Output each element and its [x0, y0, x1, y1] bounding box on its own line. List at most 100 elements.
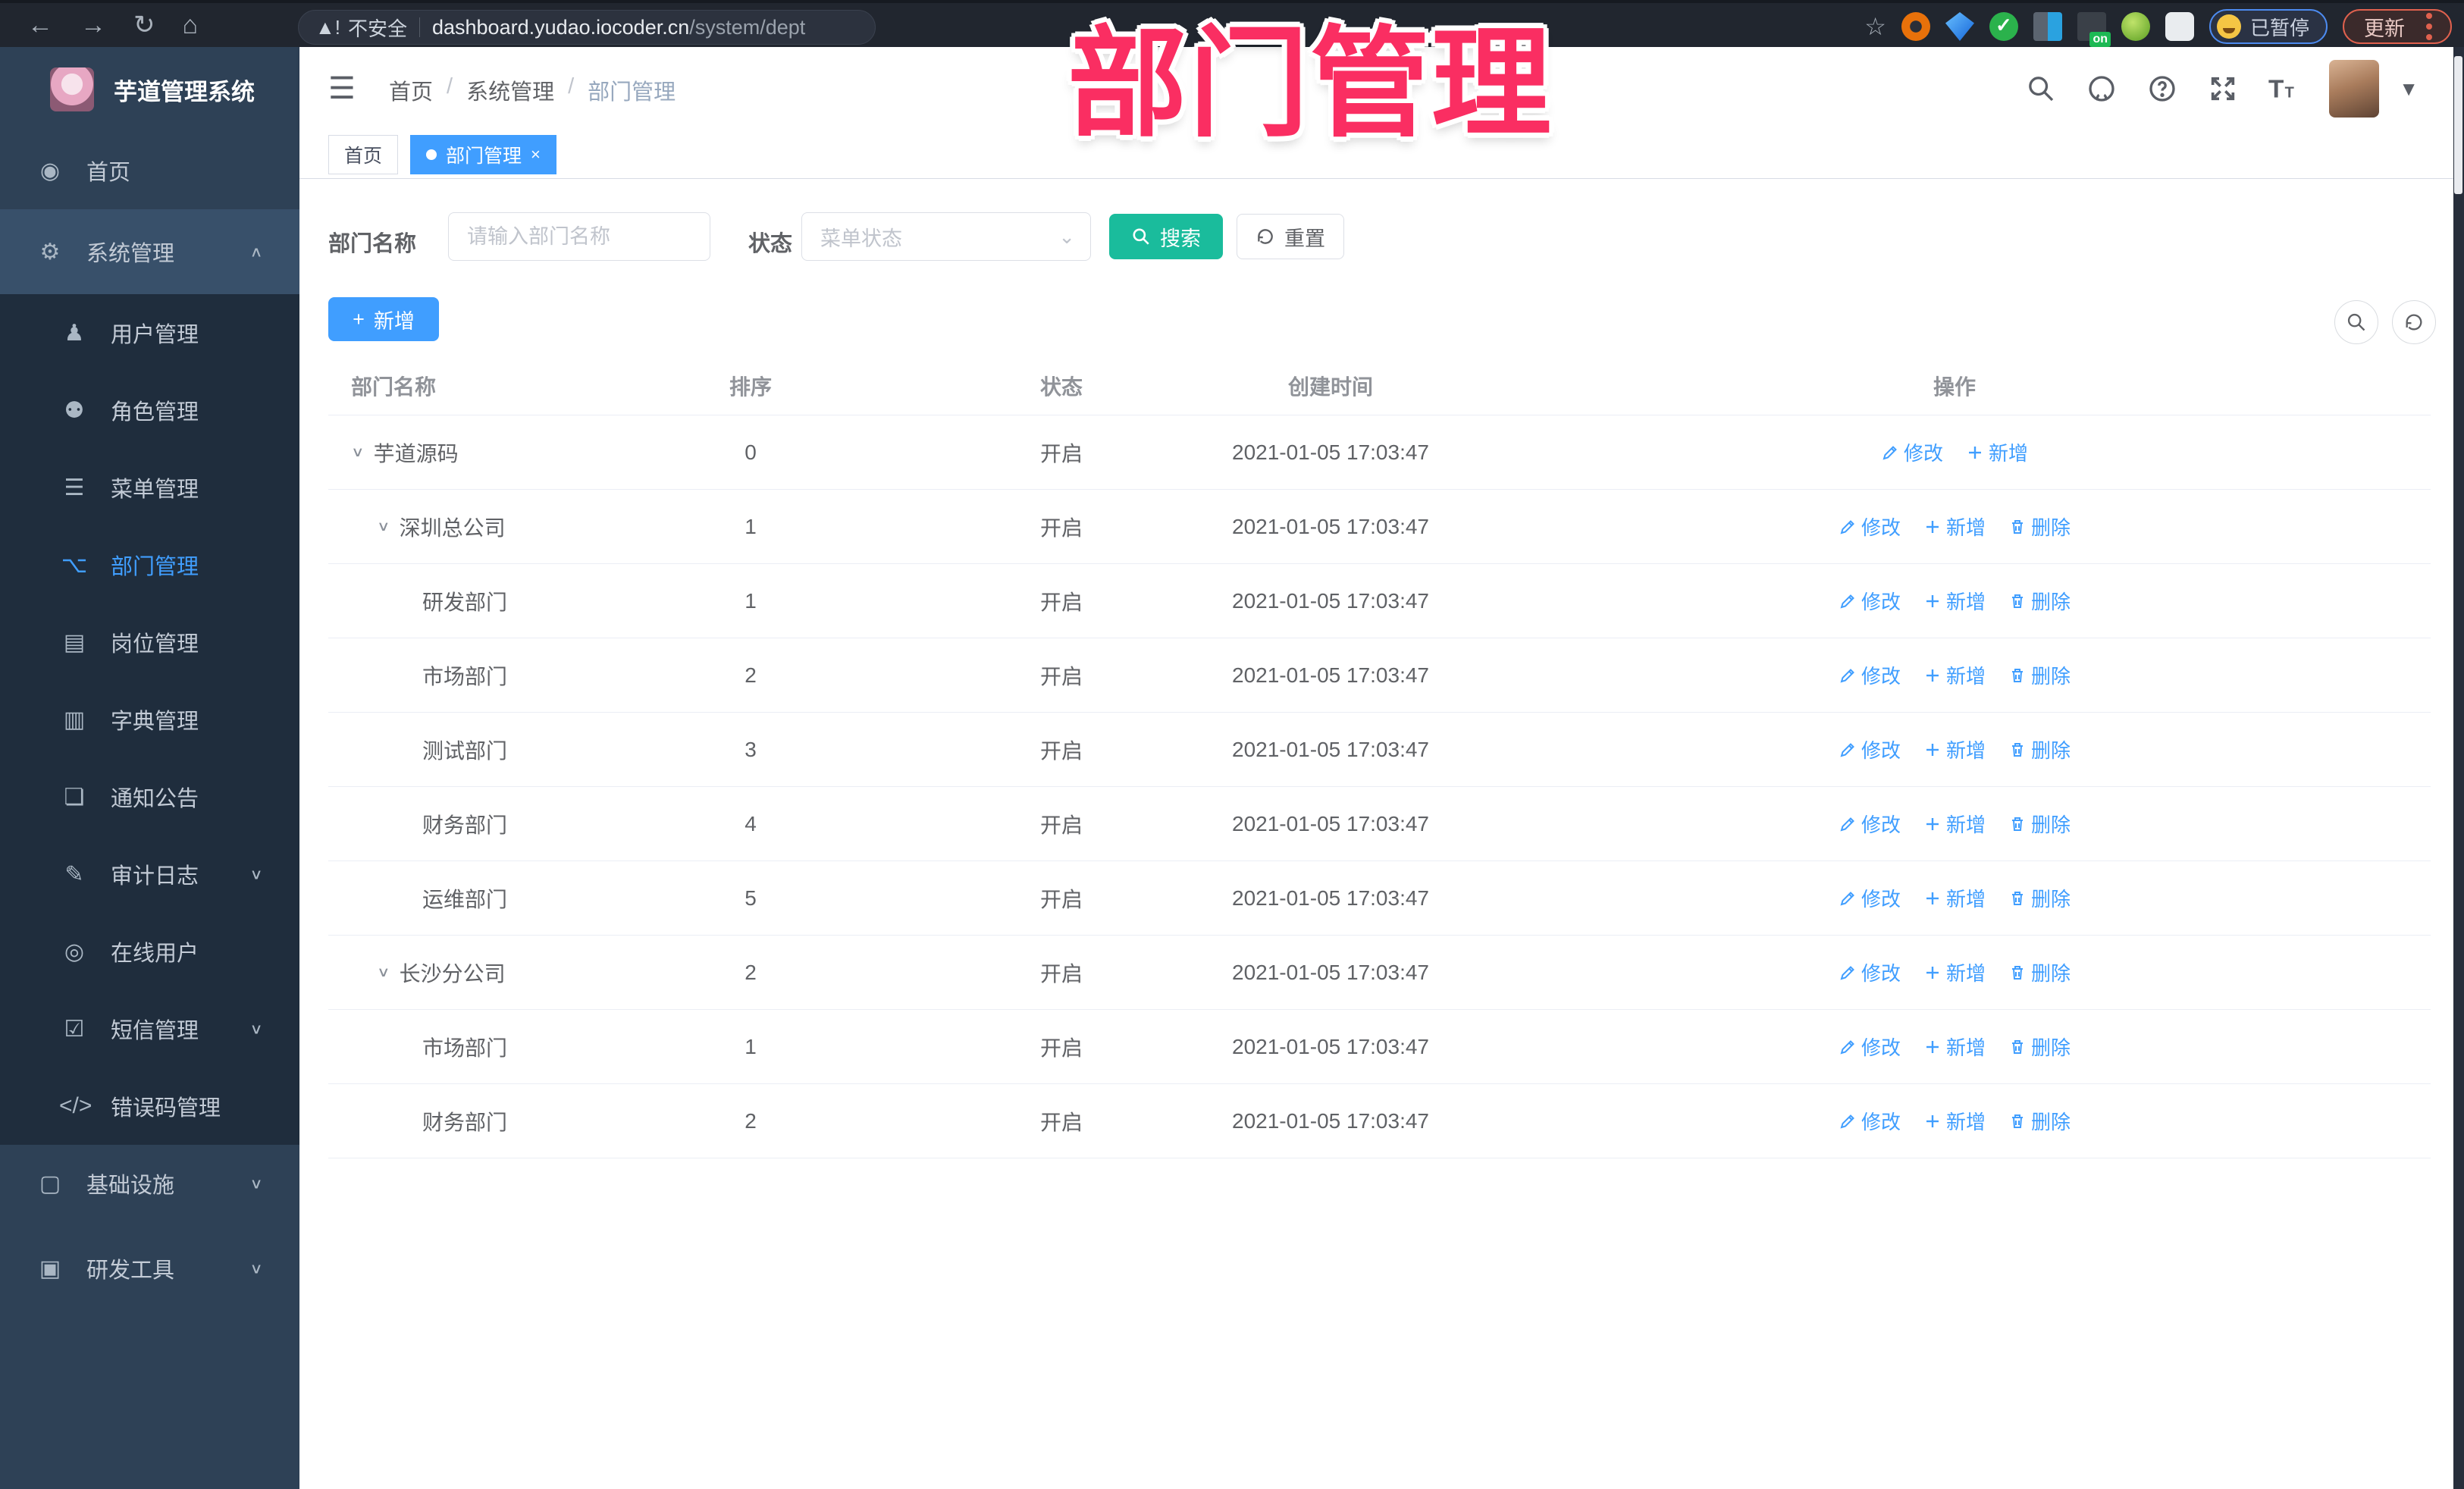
sidebar-item-label: 在线用户 — [111, 942, 199, 966]
add-action-link[interactable]: 新增 — [1923, 513, 1986, 541]
tag-close-icon[interactable]: × — [531, 145, 541, 165]
dept-name-label: 部门名称 — [328, 232, 417, 256]
tree-expand-icon[interactable]: ∨ — [377, 964, 390, 981]
edit-action-link[interactable]: 修改 — [1839, 735, 1901, 763]
delete-action-link[interactable]: 删除 — [2008, 661, 2071, 689]
extension-green-icon[interactable] — [2121, 12, 2150, 41]
add-action-link[interactable]: 新增 — [1966, 438, 2028, 466]
extension-pin-icon[interactable] — [1945, 12, 1974, 41]
edit-action-link[interactable]: 修改 — [1839, 884, 1901, 912]
fullscreen-icon[interactable] — [2208, 74, 2238, 104]
add-action-link[interactable]: 新增 — [1923, 735, 1986, 763]
breadcrumb: 首页 / 系统管理 / 部门管理 — [389, 74, 676, 106]
add-action-link[interactable]: 新增 — [1923, 661, 1986, 689]
help-icon[interactable] — [2147, 74, 2177, 104]
add-button[interactable]: + 新增 — [328, 297, 439, 341]
sidebar-item-1[interactable]: ⚙ 系统管理 ∧ — [0, 209, 299, 294]
status-select[interactable]: 菜单状态 ⌄ — [801, 212, 1091, 261]
security-warning-icon[interactable]: ▲! — [315, 16, 340, 39]
sidebar-item-4[interactable]: ☰ 菜单管理 — [0, 449, 299, 526]
sidebar-item-0[interactable]: ◉ 首页 — [0, 132, 299, 209]
chevron-down-icon: ∨ — [249, 866, 263, 882]
profile-paused-badge[interactable]: 已暂停 — [2209, 9, 2328, 44]
edit-action-link[interactable]: 修改 — [1839, 958, 1901, 986]
delete-action-link[interactable]: 删除 — [2008, 884, 2071, 912]
sidebar-item-11[interactable]: ☑ 短信管理 ∨ — [0, 990, 299, 1067]
add-action-link[interactable]: 新增 — [1923, 1107, 1986, 1135]
delete-action-link[interactable]: 删除 — [2008, 958, 2071, 986]
extension-check-icon[interactable] — [1989, 12, 2018, 41]
home-icon[interactable]: ⌂ — [183, 12, 199, 38]
status-value: 开启 — [1039, 1110, 1083, 1134]
edit-action-link[interactable]: 修改 — [1839, 587, 1901, 615]
tree-expand-icon[interactable]: ∨ — [377, 519, 390, 535]
extensions-puzzle-icon[interactable] — [2165, 12, 2194, 41]
overlay-graffiti-title: 部门管理 — [1067, 17, 1553, 151]
add-action-link[interactable]: 新增 — [1923, 1033, 1986, 1061]
reload-icon[interactable]: ↻ — [133, 12, 155, 38]
sidebar-item-7[interactable]: ▥ 字典管理 — [0, 681, 299, 758]
sidebar-item-8[interactable]: ❏ 通知公告 — [0, 758, 299, 835]
delete-action-link[interactable]: 删除 — [2008, 735, 2071, 763]
sidebar-item-6[interactable]: ▤ 岗位管理 — [0, 603, 299, 681]
sidebar-item-14[interactable]: ▣ 研发工具 ∨ — [0, 1230, 299, 1307]
reset-button[interactable]: 重置 — [1237, 214, 1344, 259]
table-row: ∨ 芋道源码 0 开启 2021-01-05 17:03:47 修改 新增 — [328, 415, 2431, 490]
address-bar[interactable]: ▲! 不安全 dashboard.yudao.iocoder.cn /syste… — [298, 10, 876, 45]
edit-action-link[interactable]: 修改 — [1839, 810, 1901, 838]
caret-down-icon[interactable]: ▼ — [2399, 77, 2419, 101]
add-action-link[interactable]: 新增 — [1923, 587, 1986, 615]
table-header-row: 部门名称 排序 状态 创建时间 操作 — [328, 356, 2431, 415]
add-action-link[interactable]: 新增 — [1923, 884, 1986, 912]
sidebar-item-13[interactable]: ▢ 基础设施 ∨ — [0, 1145, 299, 1222]
bookmark-star-icon[interactable]: ☆ — [1864, 12, 1886, 41]
app-logo-row[interactable]: 芋道管理系统 — [0, 47, 299, 132]
column-header: 部门名称 — [351, 375, 437, 399]
breadcrumb-item[interactable]: 系统管理 — [466, 74, 554, 106]
sidebar-item-12[interactable]: </> 错误码管理 — [0, 1067, 299, 1145]
avatar[interactable] — [2329, 60, 2380, 118]
delete-action-link[interactable]: 删除 — [2008, 1107, 2071, 1135]
delete-action-link[interactable]: 删除 — [2008, 810, 2071, 838]
font-size-icon[interactable]: TT — [2268, 74, 2299, 104]
delete-action-link[interactable]: 删除 — [2008, 587, 2071, 615]
github-icon[interactable] — [2086, 74, 2117, 104]
table-refresh-button[interactable] — [2392, 300, 2436, 344]
tree-expand-icon[interactable]: ∨ — [351, 444, 365, 461]
breadcrumb-item[interactable]: 首页 — [389, 74, 433, 106]
edit-action-link[interactable]: 修改 — [1839, 513, 1901, 541]
sidebar-item-3[interactable]: ⚉ 角色管理 — [0, 371, 299, 449]
window-scrollbar[interactable] — [2453, 47, 2464, 1489]
edit-action-link[interactable]: 修改 — [1839, 1107, 1901, 1135]
user-icon: ♟ — [64, 320, 85, 346]
sidebar-item-9[interactable]: ✎ 审计日志 ∨ — [0, 835, 299, 913]
add-action-link[interactable]: 新增 — [1923, 958, 1986, 986]
extension-grid-icon[interactable] — [2033, 12, 2062, 41]
sidebar: 芋道管理系统 ◉ 首页 ⚙ 系统管理 ∧ ♟ 用户管理 ⚉ 角色管理 ☰ 菜单管理 ⌥ 部门管理 ▤ 岗位管… — [0, 47, 299, 1489]
extension-switch-icon[interactable]: on — [2077, 12, 2111, 47]
browser-update-button[interactable]: 更新 — [2343, 9, 2452, 44]
forward-icon[interactable]: → — [80, 12, 106, 38]
dept-name-input[interactable] — [448, 212, 710, 261]
sidebar-item-10[interactable]: ◎ 在线用户 — [0, 913, 299, 990]
sidebar-item-5[interactable]: ⌥ 部门管理 — [0, 526, 299, 603]
table-search-toggle-button[interactable] — [2334, 300, 2378, 344]
tag-active[interactable]: 部门管理 × — [410, 134, 556, 174]
delete-action-link[interactable]: 删除 — [2008, 1033, 2071, 1061]
scrollbar-thumb[interactable] — [2454, 56, 2462, 194]
tag-item[interactable]: 首页 — [328, 134, 399, 174]
edit-action-link[interactable]: 修改 — [1881, 438, 1943, 466]
back-icon[interactable]: ← — [27, 12, 53, 38]
sidebar-toggle-icon[interactable]: ☰ — [328, 71, 356, 106]
browser-menu-dots-icon[interactable] — [2426, 24, 2432, 30]
edit-action-link[interactable]: 修改 — [1839, 1033, 1901, 1061]
search-icon[interactable] — [2026, 74, 2056, 104]
extension-orange-icon[interactable] — [1901, 12, 1930, 41]
edit-action-link[interactable]: 修改 — [1839, 661, 1901, 689]
sidebar-item-2[interactable]: ♟ 用户管理 — [0, 294, 299, 371]
delete-action-link[interactable]: 删除 — [2008, 513, 2071, 541]
column-header: 操作 — [1933, 375, 1976, 399]
add-action-link[interactable]: 新增 — [1923, 810, 1986, 838]
search-button[interactable]: 搜索 — [1109, 214, 1223, 259]
order-value: 2 — [745, 960, 757, 984]
